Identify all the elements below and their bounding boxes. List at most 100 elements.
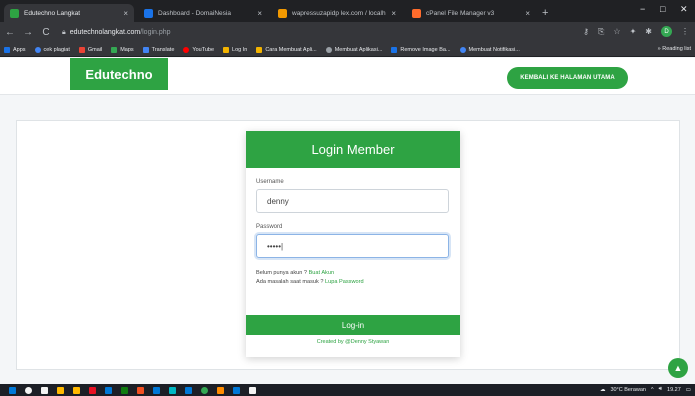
tab-title: cPanel File Manager v3 [426,9,495,17]
login-form: Username Password Belum punya akun ? Bua… [246,168,460,287]
share-icon[interactable]: ⎘ [598,27,604,37]
address-domain: edutechnolangkat.com [69,29,141,36]
login-title: Login Member [246,131,460,168]
tab-close-icon[interactable]: × [525,9,530,18]
github-icon [325,46,332,53]
password-label: Password [256,224,283,230]
tab-close-icon[interactable]: × [257,9,262,18]
volume-icon[interactable]: 🔊︎ [659,386,662,393]
bookmark-icon [256,46,263,53]
bookmark-icon [223,46,230,53]
search-icon[interactable] [25,386,32,394]
web-page: Edutechno KEMBALI KE HALAMAN UTAMA Login… [0,58,695,384]
taskbar-app-icon[interactable] [73,386,80,394]
weather-icon[interactable]: ☁ [600,387,606,393]
header-divider [0,94,695,95]
tab-close-icon[interactable]: × [391,9,396,18]
taskbar-app-icon[interactable] [233,386,240,394]
address-bar[interactable]: 🔒︎ edutechnolangkat.com/login.php [62,25,462,40]
site-favicon-icon [144,8,153,18]
back-icon[interactable]: ← [2,27,18,38]
bookmark-item[interactable]: Membuat Aplikasi... [325,46,383,53]
extensions-puzzle-icon[interactable]: ✱ [645,27,652,36]
bookmark-item[interactable]: Membuat Notifikasi... [459,46,520,53]
weather-text[interactable]: 30°C Berawan [610,387,646,393]
browser-tab[interactable]: Edutechno Langkat × [4,4,134,22]
back-to-home-button[interactable]: KEMBALI KE HALAMAN UTAMA [507,67,628,89]
bookmark-item[interactable]: Gmail [78,46,102,53]
forgot-password-link[interactable]: Lupa Password [325,279,364,285]
bookmark-item[interactable]: cek plagiat [34,46,70,53]
tab-title: Edutechno Langkat [24,9,81,17]
bookmark-item[interactable]: YouTube [183,46,214,53]
taskbar: ☁ 30°C Berawan ^ 🔊︎ 19.27 ▭ [0,384,695,396]
bookmark-label: Membuat Notifikasi... [468,46,520,53]
bookmark-star-icon[interactable]: ☆ [613,27,620,36]
site-favicon-icon [412,8,421,18]
password-input[interactable] [256,234,449,258]
scroll-to-top-button[interactable]: ▲ [668,358,688,378]
profile-avatar[interactable]: D [661,26,672,37]
bookmark-item[interactable]: Remove Image Ba... [391,46,451,53]
taskbar-app-icon[interactable] [137,386,144,394]
bookmark-icon [459,46,466,53]
site-header: Edutechno KEMBALI KE HALAMAN UTAMA [0,58,695,94]
bookmark-item[interactable]: Log In [223,46,248,53]
bookmark-icon [391,46,398,53]
notification-icon[interactable]: ▭ [686,387,691,393]
new-tab-button[interactable]: + [542,7,548,19]
taskbar-app-icon[interactable] [185,386,192,394]
bookmark-label: Log In [232,46,248,53]
register-link[interactable]: Buat Akun [309,270,335,276]
taskbar-app-icon[interactable] [249,386,256,394]
task-view-icon[interactable] [41,386,48,394]
clock[interactable]: 19.27 [667,387,681,393]
browser-tab[interactable]: wapressuzapidp lex.com / localh... × [272,4,402,22]
toolbar-actions: ⚷ ⎘ ☆ ✦ ✱ D ⋮ [583,26,689,37]
windows-start-icon[interactable] [9,386,16,394]
bookmark-icon [34,46,41,53]
forgot-text: Ada masalah saat masuk ? [256,279,324,285]
browser-tab[interactable]: cPanel File Manager v3 × [406,4,536,22]
maximize-icon[interactable]: □ [660,4,665,14]
chrome-icon[interactable] [201,386,208,394]
extension-icon[interactable]: ✦ [630,27,637,36]
browser-tab[interactable]: Dashboard - DomaiNesia × [138,4,268,22]
login-button[interactable]: Log-in [246,315,460,335]
minimize-icon[interactable]: − [640,4,645,14]
taskbar-app-icon[interactable] [89,386,96,394]
tab-close-icon[interactable]: × [123,9,128,18]
apps-grid-icon [4,46,10,53]
bookmark-label: Membuat Aplikasi... [334,46,383,53]
browser-toolbar: ← → C 🔒︎ edutechnolangkat.com/login.php … [0,22,695,43]
taskbar-app-icon[interactable] [169,386,176,394]
help-links: Belum punya akun ? Buat Akun Ada masalah… [256,269,450,287]
username-input[interactable] [256,189,449,213]
bookmark-label: Remove Image Ba... [400,46,451,53]
taskbar-app-icon[interactable] [57,386,64,394]
close-window-icon[interactable]: ✕ [680,4,688,15]
tray-overflow-icon[interactable]: ^ [651,387,654,393]
reload-icon[interactable]: C [38,27,54,38]
bookmark-label: cek plagiat [43,46,70,53]
bookmark-item[interactable]: Cara Membuat Apli... [256,46,317,53]
menu-icon[interactable]: ⋮ [681,27,689,36]
taskbar-app-icon[interactable] [153,386,160,394]
reading-list-button[interactable]: » Reading list [653,46,691,52]
bookmark-item[interactable]: Translate [142,46,174,53]
system-tray: ☁ 30°C Berawan ^ 🔊︎ 19.27 ▭ [600,386,691,393]
credit-text: Created by @Denny Styawan [316,339,390,345]
bookmark-item[interactable]: Maps [111,46,134,53]
username-label: Username [256,179,284,185]
site-logo[interactable]: Edutechno [70,58,168,90]
key-icon[interactable]: ⚷ [583,27,589,36]
bookmark-label: Maps [120,46,134,53]
bookmark-item[interactable]: Apps [4,46,26,53]
maps-icon [111,46,118,53]
bookmark-label: Cara Membuat Apli... [265,46,317,53]
bookmarks-bar: Apps cek plagiat Gmail Maps Translate Yo… [0,43,695,57]
forward-icon[interactable]: → [20,27,36,38]
taskbar-app-icon[interactable] [105,386,112,394]
taskbar-app-icon[interactable] [121,386,128,394]
taskbar-app-icon[interactable] [217,386,224,394]
